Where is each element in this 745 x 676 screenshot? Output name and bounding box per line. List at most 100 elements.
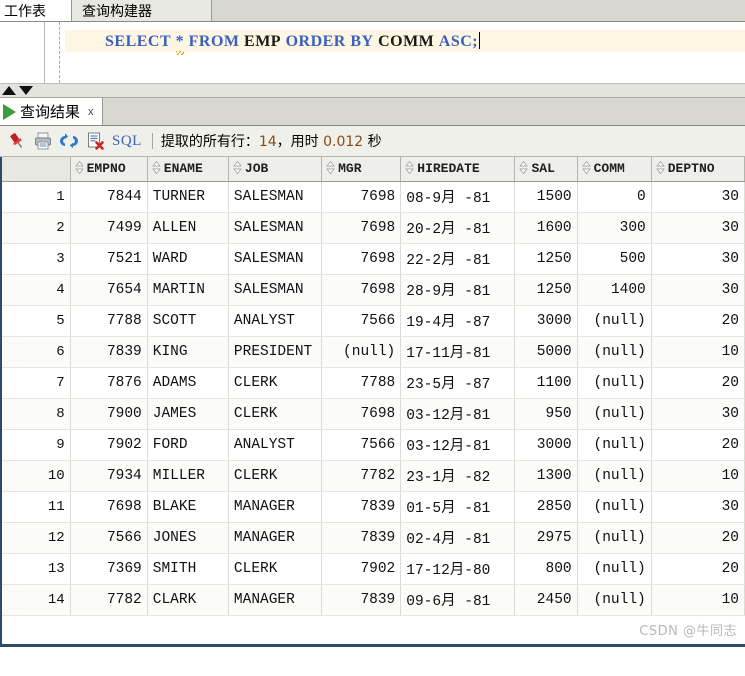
cell-ename[interactable]: MILLER [147,460,229,492]
cell-mgr[interactable]: (null) [321,336,402,368]
table-row[interactable]: 1 7844 TURNER SALESMAN 7698 08-9月 -81 1500 0 30 [2,181,745,213]
cell-ename[interactable]: BLAKE [147,491,229,523]
cell-ename[interactable]: CLARK [147,584,229,616]
cell-mgr[interactable]: 7698 [321,212,402,244]
cell-comm[interactable]: 0 [577,181,652,213]
cell-mgr[interactable]: 7782 [321,460,402,492]
editor-text-area[interactable]: SELECT * FROM EMP ORDER BY COMM ASC; [45,22,745,83]
row-number-cell[interactable]: 13 [2,553,71,585]
cell-ename[interactable]: ALLEN [147,212,229,244]
cell-comm[interactable]: (null) [577,553,652,585]
cell-empno[interactable]: 7876 [70,367,148,399]
cell-job[interactable]: ANALYST [228,305,323,337]
cell-hiredate[interactable]: 22-2月 -81 [400,243,516,275]
cell-job[interactable]: SALESMAN [228,212,323,244]
cell-deptno[interactable]: 20 [651,367,745,399]
cell-mgr[interactable]: 7902 [321,553,402,585]
table-row[interactable]: 9 7902 FORD ANALYST 7566 03-12月-81 3000 (null) 2… [2,429,745,461]
cell-empno[interactable]: 7782 [70,584,148,616]
editor-results-splitter[interactable] [0,84,745,98]
cell-hiredate[interactable]: 03-12月-81 [400,398,516,430]
cell-mgr[interactable]: 7698 [321,181,402,213]
row-number-cell[interactable]: 7 [2,367,71,399]
column-header-comm[interactable]: COMM [577,157,652,182]
cell-job[interactable]: PRESIDENT [228,336,323,368]
cell-deptno[interactable]: 30 [651,274,745,306]
tab-query-builder[interactable]: 查询构建器 [72,0,212,21]
cell-ename[interactable]: ADAMS [147,367,229,399]
cell-job[interactable]: SALESMAN [228,274,323,306]
cell-sal[interactable]: 1250 [514,274,578,306]
cell-mgr[interactable]: 7839 [321,522,402,554]
scroll-down-arrow-icon[interactable] [19,86,33,95]
cell-deptno[interactable]: 10 [651,336,745,368]
cell-hiredate[interactable]: 09-6月 -81 [400,584,516,616]
cell-empno[interactable]: 7521 [70,243,148,275]
row-number-cell[interactable]: 4 [2,274,71,306]
cell-sal[interactable]: 950 [514,398,578,430]
table-row[interactable]: 10 7934 MILLER CLERK 7782 23-1月 -82 1300 (null)… [2,460,745,492]
table-row[interactable]: 12 7566 JONES MANAGER 7839 02-4月 -81 2975 (null… [2,522,745,554]
cell-mgr[interactable]: 7698 [321,398,402,430]
cell-ename[interactable]: JONES [147,522,229,554]
close-icon[interactable]: x [88,106,94,118]
tab-worksheet[interactable]: 工作表 [0,0,72,21]
row-number-cell[interactable]: 14 [2,584,71,616]
cell-job[interactable]: CLERK [228,398,323,430]
cell-deptno[interactable]: 30 [651,243,745,275]
sql-toolbar-label[interactable]: SQL [112,133,142,150]
cell-deptno[interactable]: 10 [651,584,745,616]
cell-comm[interactable]: (null) [577,336,652,368]
cell-hiredate[interactable]: 28-9月 -81 [400,274,516,306]
table-row[interactable]: 5 7788 SCOTT ANALYST 7566 19-4月 -87 3000 (null)… [2,305,745,337]
row-number-cell[interactable]: 2 [2,212,71,244]
cell-deptno[interactable]: 20 [651,553,745,585]
cell-sal[interactable]: 2450 [514,584,578,616]
cell-deptno[interactable]: 30 [651,398,745,430]
refresh-button[interactable] [56,128,82,154]
cell-comm[interactable]: 500 [577,243,652,275]
row-number-cell[interactable]: 1 [2,181,71,213]
cell-sal[interactable]: 5000 [514,336,578,368]
row-number-cell[interactable]: 9 [2,429,71,461]
cell-hiredate[interactable]: 17-12月-80 [400,553,516,585]
cell-sal[interactable]: 2975 [514,522,578,554]
column-header-sal[interactable]: SAL [514,157,578,182]
column-header-ename[interactable]: ENAME [147,157,229,182]
cell-empno[interactable]: 7902 [70,429,148,461]
cell-hiredate[interactable]: 02-4月 -81 [400,522,516,554]
cell-mgr[interactable]: 7788 [321,367,402,399]
scroll-up-arrow-icon[interactable] [2,86,16,95]
cell-job[interactable]: SALESMAN [228,243,323,275]
table-row[interactable]: 2 7499 ALLEN SALESMAN 7698 20-2月 -81 1600 300 30 [2,212,745,244]
cell-mgr[interactable]: 7698 [321,243,402,275]
cell-comm[interactable]: 300 [577,212,652,244]
cell-sal[interactable]: 1100 [514,367,578,399]
cell-mgr[interactable]: 7839 [321,584,402,616]
results-grid[interactable]: EMPNO ENAME JOB MGR HIREDATE SAL COMM DEPTNO 17… [0,157,745,647]
cell-comm[interactable]: (null) [577,398,652,430]
column-header-mgr[interactable]: MGR [321,157,402,182]
cell-hiredate[interactable]: 17-11月-81 [400,336,516,368]
table-row[interactable]: 3 7521 WARD SALESMAN 7698 22-2月 -81 1250 500 30 [2,243,745,275]
cell-sal[interactable]: 1500 [514,181,578,213]
cell-mgr[interactable]: 7839 [321,491,402,523]
cell-deptno[interactable]: 30 [651,181,745,213]
cell-comm[interactable]: (null) [577,584,652,616]
cell-empno[interactable]: 7788 [70,305,148,337]
cell-job[interactable]: MANAGER [228,522,323,554]
cell-ename[interactable]: FORD [147,429,229,461]
clear-results-button[interactable] [82,128,108,154]
cell-ename[interactable]: WARD [147,243,229,275]
print-button[interactable] [30,128,56,154]
cell-deptno[interactable]: 30 [651,212,745,244]
column-header-job[interactable]: JOB [228,157,323,182]
cell-empno[interactable]: 7844 [70,181,148,213]
cell-deptno[interactable]: 20 [651,305,745,337]
cell-empno[interactable]: 7654 [70,274,148,306]
table-row[interactable]: 8 7900 JAMES CLERK 7698 03-12月-81 950 (null) 30 [2,398,745,430]
row-number-cell[interactable]: 8 [2,398,71,430]
cell-sal[interactable]: 3000 [514,305,578,337]
cell-hiredate[interactable]: 01-5月 -81 [400,491,516,523]
cell-job[interactable]: CLERK [228,460,323,492]
